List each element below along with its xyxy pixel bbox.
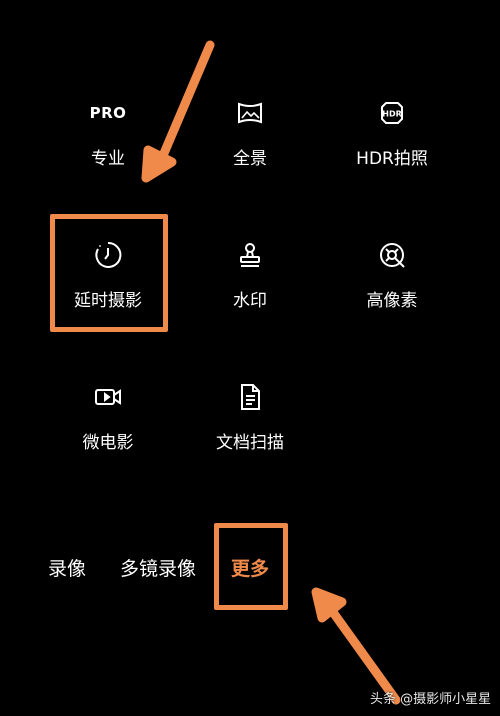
annotation-arrows xyxy=(141,40,401,705)
arrow-to-more xyxy=(325,603,401,705)
watermark-text: 头条 @摄影师小星星 xyxy=(370,692,492,707)
arrow-to-timelapse xyxy=(157,40,215,163)
